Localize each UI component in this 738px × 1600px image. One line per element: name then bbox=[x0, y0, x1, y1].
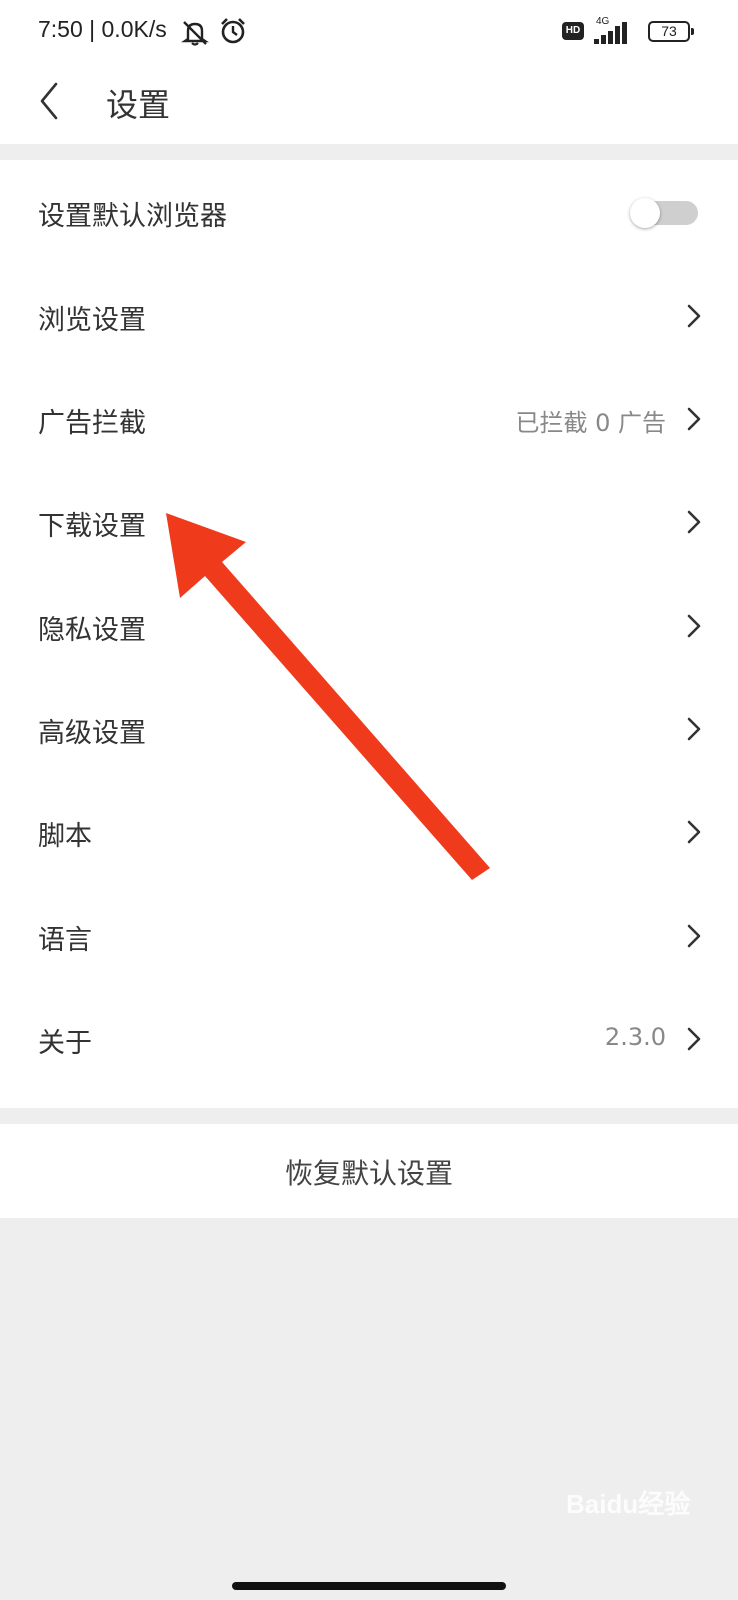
page-title: 设置 bbox=[106, 86, 171, 124]
chevron-right-icon bbox=[687, 510, 701, 534]
chevron-left-icon bbox=[40, 82, 58, 120]
signal-icon bbox=[594, 22, 627, 44]
setting-label: 隐私设置 bbox=[38, 615, 146, 646]
chevron-right-icon bbox=[687, 924, 701, 948]
alarm-icon bbox=[221, 18, 245, 44]
baidu-watermark: Baidu经验 bbox=[566, 1489, 691, 1519]
status-bar: 7:50 | 0.0K/s HD 4G 73 bbox=[0, 0, 738, 64]
setting-row-privacy[interactable]: 隐私设置 bbox=[0, 574, 738, 679]
home-indicator[interactable] bbox=[232, 1582, 506, 1590]
chevron-right-icon bbox=[687, 820, 701, 844]
hd-badge: HD bbox=[562, 22, 584, 40]
mute-icon bbox=[181, 21, 209, 46]
setting-row-default-browser[interactable]: 设置默认浏览器 bbox=[0, 160, 738, 265]
chevron-right-icon bbox=[687, 717, 701, 741]
setting-row-about[interactable]: 关于 2.3.0 bbox=[0, 987, 738, 1092]
setting-row-advanced[interactable]: 高级设置 bbox=[0, 677, 738, 782]
setting-label: 广告拦截 bbox=[38, 408, 146, 439]
ad-block-count: 已拦截 0 广告 bbox=[515, 409, 666, 437]
setting-label: 脚本 bbox=[38, 821, 92, 852]
setting-label: 语言 bbox=[38, 925, 92, 956]
setting-label: 设置默认浏览器 bbox=[38, 201, 227, 232]
chevron-right-icon bbox=[687, 304, 701, 328]
setting-label: 关于 bbox=[38, 1028, 92, 1059]
back-button[interactable] bbox=[30, 76, 74, 126]
settings-list: 设置默认浏览器 浏览设置 广告拦截 已拦截 0 广告 下载设置 隐私设置 高级设… bbox=[0, 160, 738, 1108]
setting-label: 高级设置 bbox=[38, 718, 146, 749]
chevron-right-icon bbox=[687, 407, 701, 431]
setting-row-language[interactable]: 语言 bbox=[0, 884, 738, 989]
setting-row-ad-block[interactable]: 广告拦截 已拦截 0 广告 bbox=[0, 367, 738, 472]
setting-row-script[interactable]: 脚本 bbox=[0, 780, 738, 885]
battery-indicator: 73 bbox=[648, 21, 694, 42]
chevron-right-icon bbox=[687, 614, 701, 638]
toggle-knob bbox=[630, 198, 660, 228]
setting-row-download[interactable]: 下载设置 bbox=[0, 470, 738, 575]
status-time-speed: 7:50 | 0.0K/s bbox=[38, 16, 167, 42]
chevron-right-icon bbox=[687, 1027, 701, 1051]
setting-row-browse[interactable]: 浏览设置 bbox=[0, 264, 738, 369]
version-text: 2.3.0 bbox=[604, 1023, 666, 1051]
setting-label: 浏览设置 bbox=[38, 305, 146, 336]
default-browser-toggle[interactable] bbox=[630, 198, 698, 228]
restore-defaults-label: 恢复默认设置 bbox=[284, 1157, 453, 1190]
top-bar: 设置 bbox=[0, 64, 738, 144]
setting-label: 下载设置 bbox=[38, 511, 146, 542]
restore-defaults-button[interactable]: 恢复默认设置 bbox=[0, 1124, 738, 1218]
